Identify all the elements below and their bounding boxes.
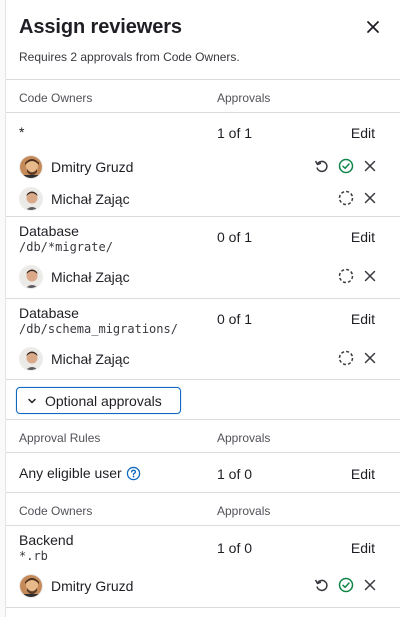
rule-approvals-count: 1 of 0: [217, 540, 253, 556]
rule-path: /db/*migrate/: [19, 240, 113, 254]
remove-icon[interactable]: [362, 350, 378, 366]
edit-rule-button[interactable]: Edit: [351, 466, 375, 482]
remove-icon[interactable]: [362, 268, 378, 284]
close-icon[interactable]: [366, 16, 380, 40]
rule-name: Any eligible user: [19, 465, 141, 481]
avatar[interactable]: [19, 574, 43, 598]
rule-name: Backend *.rb: [19, 532, 74, 563]
edit-rule-button[interactable]: Edit: [351, 311, 375, 327]
rule-approvals-count: 1 of 1: [217, 125, 253, 141]
question-circle-icon[interactable]: [126, 466, 141, 481]
edit-rule-button[interactable]: Edit: [351, 125, 375, 141]
reviewer-row: Michał Zając: [6, 261, 400, 293]
rule-row: * 1 of 1 Edit Dmitry Gruzd Michał Zając: [6, 113, 400, 217]
dashed-circle-icon: [338, 190, 354, 206]
reviewer-row: Dmitry Gruzd: [6, 151, 400, 183]
check-circle-icon: [338, 577, 354, 593]
undo-icon[interactable]: [314, 158, 330, 174]
avatar[interactable]: [19, 265, 43, 289]
rule-row: Any eligible user 1 of 0 Edit: [6, 453, 400, 493]
rule-approvals-count: 0 of 1: [217, 229, 253, 245]
rule-approvals-count: 0 of 1: [217, 311, 253, 327]
drawer-title: Assign reviewers: [19, 16, 182, 38]
code-owners-header-row: Code Owners Approvals: [6, 80, 400, 113]
reviewer-name: Michał Zając: [51, 351, 130, 367]
remove-icon[interactable]: [362, 577, 378, 593]
approval-rules-header-row: Approval Rules Approvals: [6, 420, 400, 453]
approvals-column-header: Approvals: [217, 431, 271, 445]
rule-path: *.rb: [19, 549, 48, 563]
optional-approvals-toggle[interactable]: Optional approvals: [16, 387, 181, 414]
undo-icon[interactable]: [314, 577, 330, 593]
avatar[interactable]: [19, 347, 43, 371]
assign-reviewers-drawer: Assign reviewers Requires 2 approvals fr…: [6, 0, 400, 617]
check-circle-icon: [338, 158, 354, 174]
reviewer-name: Michał Zając: [51, 269, 130, 285]
optional-approvals-label: Optional approvals: [45, 392, 162, 409]
reviewer-row: Michał Zając: [6, 343, 400, 375]
drawer-header: Assign reviewers Requires 2 approvals fr…: [6, 0, 400, 80]
reviewer-row: Dmitry Gruzd: [6, 570, 400, 602]
drawer-subtitle: Requires 2 approvals from Code Owners.: [19, 50, 240, 64]
edit-rule-button[interactable]: Edit: [351, 229, 375, 245]
reviewer-row: Michał Zając: [6, 183, 400, 215]
remove-icon[interactable]: [362, 158, 378, 174]
rule-row: Database/db/schema_migrations/ 0 of 1 Ed…: [6, 299, 400, 380]
dashed-circle-icon: [338, 268, 354, 284]
rule-name: *: [19, 124, 25, 140]
dashed-circle-icon: [338, 350, 354, 366]
rule-approvals-count: 1 of 0: [217, 466, 253, 482]
optional-approvals-section: Optional approvals: [6, 380, 400, 420]
edit-rule-button[interactable]: Edit: [351, 540, 375, 556]
reviewer-name: Dmitry Gruzd: [51, 578, 134, 594]
reviewer-name: Michał Zając: [51, 191, 130, 207]
rule-path: /db/schema_migrations/: [19, 322, 178, 336]
code-owners-column-header: Code Owners: [19, 91, 93, 105]
rule-name: Database/db/schema_migrations/: [19, 305, 178, 336]
avatar[interactable]: [19, 187, 43, 211]
approvals-column-header: Approvals: [217, 91, 271, 105]
rule-row: Backend *.rb 1 of 0 Edit Dmitry Gruzd: [6, 526, 400, 608]
rule-name: Database/db/*migrate/: [19, 223, 113, 254]
chevron-down-icon: [27, 396, 37, 406]
code-owners-column-header: Code Owners: [19, 504, 93, 518]
code-owners-header-row: Code Owners Approvals: [6, 493, 400, 526]
remove-icon[interactable]: [362, 190, 378, 206]
rule-row: Database/db/*migrate/ 0 of 1 Edit Michał…: [6, 217, 400, 299]
reviewer-name: Dmitry Gruzd: [51, 159, 134, 175]
approvals-column-header: Approvals: [217, 504, 271, 518]
approval-rules-column-header: Approval Rules: [19, 431, 101, 445]
avatar[interactable]: [19, 155, 43, 179]
